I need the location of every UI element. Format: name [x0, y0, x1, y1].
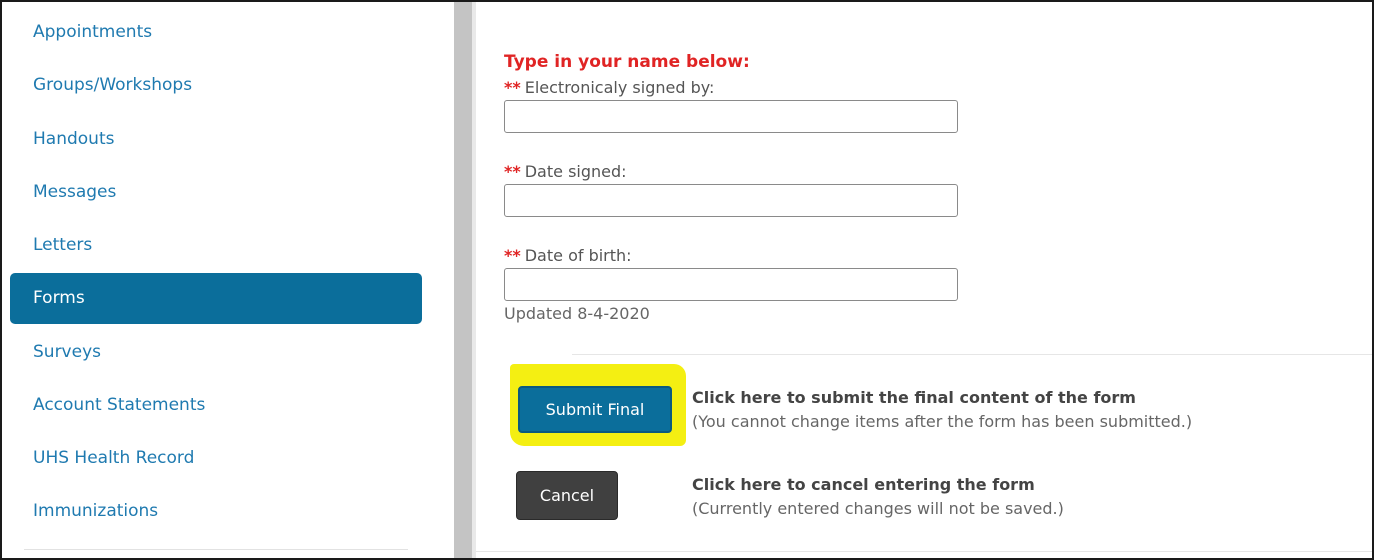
sidebar-item-forms[interactable]: Forms	[10, 273, 422, 324]
signed-by-label: ** Electronicaly signed by:	[504, 78, 714, 97]
sidebar-item-label: Messages	[33, 182, 117, 202]
sidebar-item-label: Account Statements	[33, 395, 206, 415]
sidebar-item-messages[interactable]: Messages	[10, 167, 422, 217]
sidebar-item-letters[interactable]: Letters	[10, 220, 422, 270]
sidebar-item-label: Appointments	[33, 22, 153, 42]
section-divider	[572, 354, 1372, 355]
sidebar-divider	[24, 549, 408, 550]
required-marker: **	[504, 162, 521, 181]
sidebar-item-label: Letters	[33, 235, 93, 255]
date-signed-label-text: Date signed:	[524, 162, 627, 181]
form-heading: Type in your name below:	[504, 52, 750, 72]
signed-by-input[interactable]	[504, 100, 958, 133]
sidebar-item-uhs-health-record[interactable]: UHS Health Record	[10, 433, 422, 483]
updated-note: Updated 8-4-2020	[504, 304, 650, 323]
sidebar: Appointments Groups/Workshops Handouts M…	[2, 2, 454, 558]
cancel-instruction: Click here to cancel entering the form	[692, 475, 1035, 494]
form-panel: Type in your name below: ** Electronicaly…	[476, 2, 1372, 558]
sidebar-item-handouts[interactable]: Handouts	[10, 114, 422, 164]
date-of-birth-input[interactable]	[504, 268, 958, 301]
cancel-note: (Currently entered changes will not be s…	[692, 499, 1064, 518]
submit-instruction: Click here to submit the final content o…	[692, 388, 1136, 407]
submit-note: (You cannot change items after the form …	[692, 412, 1193, 431]
sidebar-item-surveys[interactable]: Surveys	[10, 327, 422, 377]
date-signed-input[interactable]	[504, 184, 958, 217]
date-of-birth-label: ** Date of birth:	[504, 246, 632, 265]
sidebar-item-groups-workshops[interactable]: Groups/Workshops	[10, 60, 422, 110]
date-signed-label: ** Date signed:	[504, 162, 627, 181]
signed-by-label-text: Electronicaly signed by:	[524, 78, 715, 97]
sidebar-item-account-statements[interactable]: Account Statements	[10, 380, 422, 430]
sidebar-item-immunizations[interactable]: Immunizations	[10, 486, 422, 536]
sidebar-item-label: Immunizations	[33, 501, 159, 521]
submit-final-button[interactable]: Submit Final	[518, 386, 672, 433]
sidebar-item-label: Groups/Workshops	[33, 75, 193, 95]
bottom-divider	[476, 551, 1372, 552]
required-marker: **	[504, 246, 521, 265]
sidebar-item-label: Forms	[33, 288, 85, 308]
cancel-button[interactable]: Cancel	[516, 471, 618, 520]
sidebar-item-appointments[interactable]: Appointments	[10, 7, 422, 57]
required-marker: **	[504, 78, 521, 97]
date-of-birth-label-text: Date of birth:	[524, 246, 632, 265]
panel-splitter[interactable]	[454, 2, 472, 558]
sidebar-item-label: Surveys	[33, 342, 101, 362]
sidebar-item-label: UHS Health Record	[33, 448, 195, 468]
sidebar-item-label: Handouts	[33, 129, 115, 149]
